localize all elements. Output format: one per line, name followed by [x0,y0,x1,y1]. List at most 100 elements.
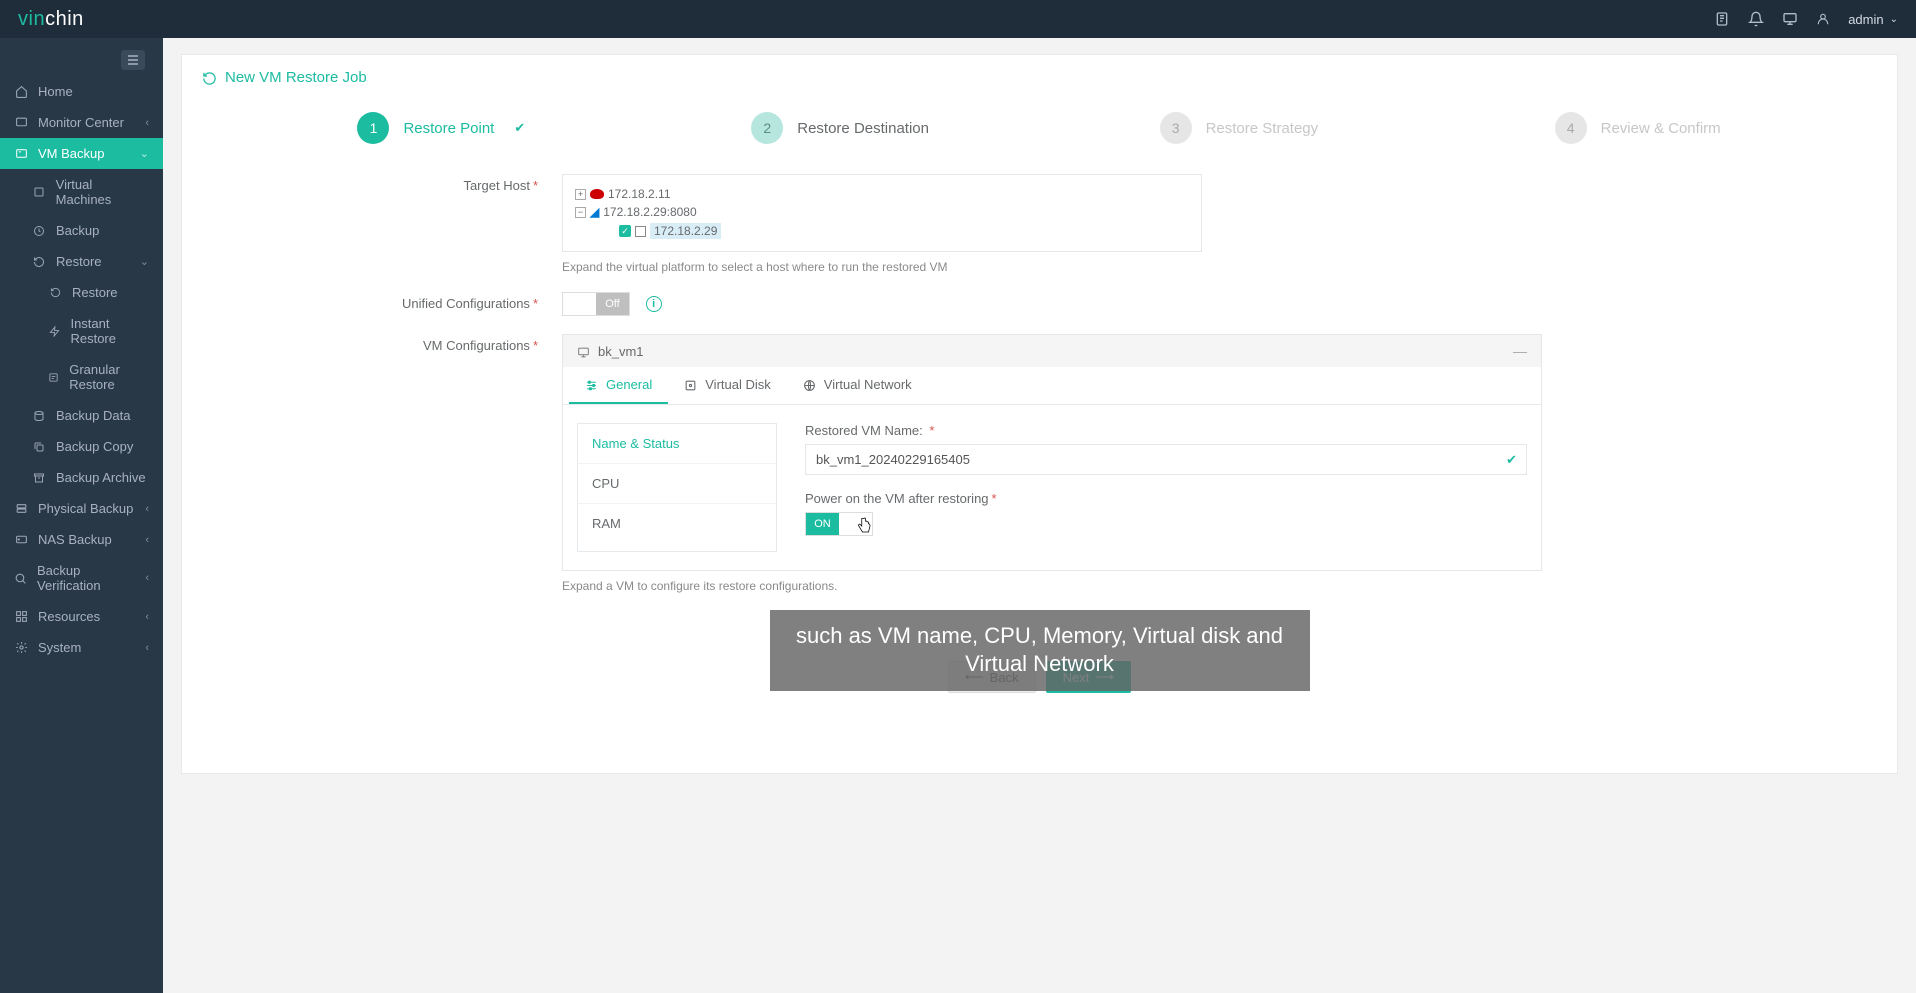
form-row-unified-config: Unified Configurations* Off i [242,292,1837,316]
sidebar-subitem-backup-data[interactable]: Backup Data [0,400,163,431]
disk-icon [684,377,697,392]
tree-collapse-icon[interactable]: − [575,207,586,218]
sidebar-item-home[interactable]: Home [0,76,163,107]
tree-expand-icon[interactable]: + [575,189,586,200]
check-icon: ✔ [1506,452,1517,468]
sidebar-subsubitem-granular-restore[interactable]: Granular Restore [0,354,163,400]
sidebar-subitem-restore[interactable]: Restore ⌄ [0,246,163,277]
step-1-label: Restore Point [403,120,494,137]
backup-archive-icon [32,472,46,484]
required-asterisk: * [533,296,538,311]
sidebar-item-physical-backup[interactable]: Physical Backup ‹ [0,493,163,524]
required-asterisk: * [929,423,934,438]
power-on-toggle[interactable]: ON [805,512,873,536]
sidebar-subsubitem-instant-restore[interactable]: Instant Restore [0,308,163,354]
wizard-step-2[interactable]: 2 Restore Destination [641,112,1040,144]
sidebar-label-physical: Physical Backup [38,501,133,516]
tree-node-3[interactable]: ✓ 172.18.2.29 [575,221,1189,241]
sidebar-item-nas-backup[interactable]: NAS Backup ‹ [0,524,163,555]
required-asterisk: * [992,491,997,506]
bell-icon[interactable] [1748,11,1764,27]
chevron-down-icon: ⌄ [140,255,149,268]
sidebar-subsublabel-instant: Instant Restore [70,316,149,346]
physical-backup-icon [14,502,28,515]
tree-checkbox-checked[interactable]: ✓ [619,225,631,237]
chevron-left-icon: ‹ [145,611,149,623]
chevron-left-icon: ‹ [145,572,149,584]
sliders-icon [585,377,598,392]
sidebar: Home Monitor Center ‹ VM Backup ⌄ Virtua… [0,38,163,993]
wizard-step-1[interactable]: 1 Restore Point ✔ [242,112,641,144]
top-header: vinchin admin ⌄ [0,0,1916,38]
monitor-center-icon [14,116,28,129]
target-host-hint: Expand the virtual platform to select a … [562,260,1542,274]
admin-username: admin [1848,12,1883,27]
sidebar-item-system[interactable]: System ‹ [0,632,163,663]
vm-form-row-name: Restored VM Name: * ✔ [805,423,1527,475]
admin-menu[interactable]: admin ⌄ [1848,12,1898,27]
sidebar-item-monitor[interactable]: Monitor Center ‹ [0,107,163,138]
vm-config-label-text: VM Configurations [423,338,530,353]
hamburger-icon[interactable] [121,50,145,70]
resources-icon [14,610,28,623]
restored-vm-name-input[interactable] [805,444,1527,475]
sidebar-label-verification: Backup Verification [37,563,135,593]
brand-logo: vinchin [18,8,84,31]
check-icon: ✔ [514,120,525,136]
backup-data-icon [32,410,46,422]
unified-config-toggle[interactable]: Off [562,292,630,316]
sidebar-sublabel-backup-archive: Backup Archive [56,470,146,485]
tree-node-2-text: 172.18.2.29:8080 [603,205,696,219]
sidebar-subitem-virtual-machines[interactable]: Virtual Machines [0,169,163,215]
vm-tab-virtual-network[interactable]: Virtual Network [787,367,928,404]
info-icon[interactable]: i [646,296,662,312]
vm-side-cpu[interactable]: CPU [578,464,776,504]
vm-tab-general[interactable]: General [569,367,668,404]
vm-backup-icon [14,147,28,160]
vm-tabs: General Virtual Disk Virtual Network [563,367,1541,405]
host-tree[interactable]: + 172.18.2.11 − ◢ 172.18.2.29:8080 ✓ [562,174,1202,252]
power-on-label-text: Power on the VM after restoring [805,491,989,506]
vm-config-control: bk_vm1 — General Vir [562,334,1542,593]
restored-vm-name-label-text: Restored VM Name: [805,423,923,438]
clipboard-icon[interactable] [1714,11,1730,27]
vm-config-hint: Expand a VM to configure its restore con… [562,579,1542,593]
vm-config-sidebar: Name & Status CPU RAM [577,423,777,552]
vm-form-row-poweron: Power on the VM after restoring* ON [805,491,1527,536]
vm-side-name-status[interactable]: Name & Status [578,424,776,464]
sidebar-label-system: System [38,640,81,655]
host-icon [635,226,646,237]
vm-side-ram[interactable]: RAM [578,504,776,543]
brand-part1: vin [18,8,45,30]
vm-config-header[interactable]: bk_vm1 — [563,335,1541,367]
sidebar-item-resources[interactable]: Resources ‹ [0,601,163,632]
backup-verification-icon [14,572,27,585]
backup-copy-icon [32,441,46,453]
monitor-icon[interactable] [1782,11,1798,27]
tree-node-1[interactable]: + 172.18.2.11 [575,185,1189,203]
vm-tab-general-label: General [606,377,652,392]
sidebar-subsublabel-granular: Granular Restore [69,362,149,392]
vm-tab-virtual-disk[interactable]: Virtual Disk [668,367,787,404]
required-asterisk: * [533,338,538,353]
collapse-icon[interactable]: — [1513,343,1527,359]
sidebar-item-vmbackup[interactable]: VM Backup ⌄ [0,138,163,169]
sidebar-subitem-backup-copy[interactable]: Backup Copy [0,431,163,462]
vm-tab-network-label: Virtual Network [824,377,912,392]
target-host-label-text: Target Host [463,178,529,193]
vm-config-accordion: bk_vm1 — General Vir [562,334,1542,571]
target-host-label: Target Host* [242,174,562,274]
step-2-label: Restore Destination [797,120,929,137]
sidebar-subsubitem-restore[interactable]: Restore [0,277,163,308]
sidebar-subitem-backup-archive[interactable]: Backup Archive [0,462,163,493]
sidebar-label-vmbackup: VM Backup [38,146,104,161]
vm-monitor-icon [577,343,590,358]
sidebar-sublabel-backup-copy: Backup Copy [56,439,133,454]
sidebar-item-backup-verification[interactable]: Backup Verification ‹ [0,555,163,601]
step-3-label: Restore Strategy [1206,120,1319,137]
sidebar-label-nas: NAS Backup [38,532,112,547]
tree-node-2[interactable]: − ◢ 172.18.2.29:8080 [575,203,1189,221]
brand-part2: chin [45,8,84,30]
form-area: Target Host* + 172.18.2.11 − ◢ 172.18.2.… [182,168,1897,641]
sidebar-subitem-backup[interactable]: Backup [0,215,163,246]
